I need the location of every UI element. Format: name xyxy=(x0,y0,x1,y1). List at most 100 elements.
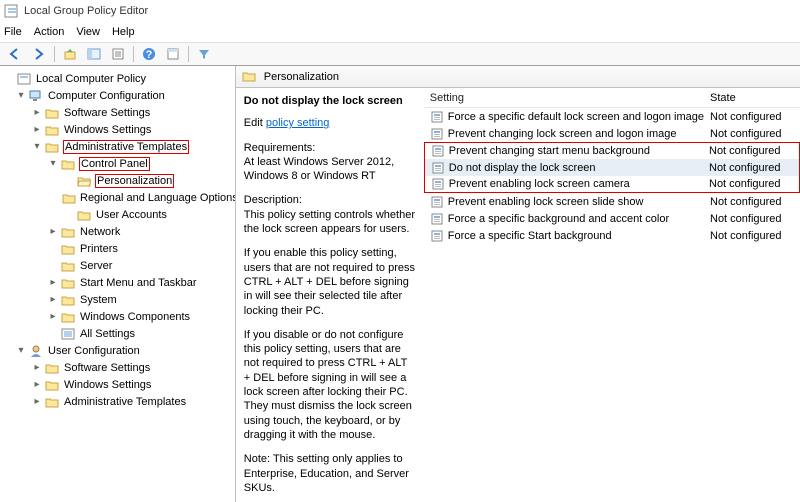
tree-windows-settings[interactable]: ▸ Windows Settings xyxy=(0,121,235,138)
right-panel: Personalization Do not display the lock … xyxy=(236,66,800,502)
expand-icon[interactable]: ▸ xyxy=(46,226,60,237)
description-block: Description: This policy setting control… xyxy=(244,193,416,236)
right-body: Do not display the lock screen Edit poli… xyxy=(236,88,800,502)
description-para: If you disable or do not configure this … xyxy=(244,328,416,442)
policy-root-icon xyxy=(16,72,32,86)
expand-icon[interactable]: ▸ xyxy=(30,107,44,118)
tree-system[interactable]: ▸ System xyxy=(0,291,235,308)
tree-label: Windows Settings xyxy=(63,379,152,391)
tree-label: User Accounts xyxy=(95,209,168,221)
policy-icon xyxy=(430,229,444,243)
tree-label: Software Settings xyxy=(63,362,151,374)
selected-policy-title: Do not display the lock screen xyxy=(244,94,416,108)
tree-label: Computer Configuration xyxy=(47,90,166,102)
svg-text:?: ? xyxy=(146,49,153,61)
policy-row[interactable]: Force a specific background and accent c… xyxy=(424,210,800,227)
policy-row[interactable]: Force a specific Start backgroundNot con… xyxy=(424,227,800,244)
tree-label: Personalization xyxy=(95,174,174,188)
tree-user-accounts[interactable]: User Accounts xyxy=(0,206,235,223)
tree-user-config[interactable]: ▾ User Configuration xyxy=(0,342,235,359)
tree-software-settings[interactable]: ▸ Software Settings xyxy=(0,104,235,121)
requirements-block: Requirements: At least Windows Server 20… xyxy=(244,141,416,184)
settings-list-icon xyxy=(60,327,76,341)
expand-icon[interactable]: ▸ xyxy=(46,277,60,288)
back-button[interactable] xyxy=(4,44,26,64)
expand-icon[interactable]: ▸ xyxy=(30,396,44,407)
policy-row[interactable]: Prevent changing lock screen and logon i… xyxy=(424,125,800,142)
collapse-icon[interactable]: ▾ xyxy=(14,345,28,356)
forward-button[interactable] xyxy=(28,44,50,64)
tree-administrative-templates[interactable]: ▾ Administrative Templates xyxy=(0,138,235,155)
col-state[interactable]: State xyxy=(704,92,800,104)
folder-icon xyxy=(60,225,76,239)
policy-state: Not configured xyxy=(704,213,800,225)
policy-icon xyxy=(431,161,445,175)
up-button[interactable] xyxy=(59,44,81,64)
policy-row[interactable]: Prevent changing start menu backgroundNo… xyxy=(424,142,800,159)
tree-server[interactable]: Server xyxy=(0,257,235,274)
expand-icon[interactable]: ▸ xyxy=(30,362,44,373)
folder-icon xyxy=(60,310,76,324)
list-header[interactable]: Setting State xyxy=(424,88,800,108)
tree-user-windows-settings[interactable]: ▸ Windows Settings xyxy=(0,376,235,393)
tree-windows-components[interactable]: ▸ Windows Components xyxy=(0,308,235,325)
collapse-icon[interactable]: ▾ xyxy=(30,141,44,152)
export-list-button[interactable] xyxy=(107,44,129,64)
expand-icon[interactable]: ▸ xyxy=(46,311,60,322)
tree-printers[interactable]: Printers xyxy=(0,240,235,257)
help-button[interactable]: ? xyxy=(138,44,160,64)
policy-list[interactable]: Setting State Force a specific default l… xyxy=(424,88,800,502)
edit-policy-link[interactable]: policy setting xyxy=(266,117,330,129)
properties-button[interactable] xyxy=(162,44,184,64)
folder-icon xyxy=(60,157,76,171)
policy-name: Do not display the lock screen xyxy=(449,162,703,174)
policy-state: Not configured xyxy=(703,178,799,190)
folder-icon xyxy=(44,140,60,154)
folder-icon xyxy=(60,259,76,273)
collapse-icon[interactable]: ▾ xyxy=(14,90,28,101)
collapse-icon[interactable]: ▾ xyxy=(46,158,60,169)
filter-button[interactable] xyxy=(193,44,215,64)
tree-panel[interactable]: Local Computer Policy ▾ Computer Configu… xyxy=(0,66,236,502)
tree-regional-options[interactable]: Regional and Language Options xyxy=(0,189,235,206)
col-setting[interactable]: Setting xyxy=(424,92,704,104)
policy-state: Not configured xyxy=(703,145,799,157)
policy-row[interactable]: Force a specific default lock screen and… xyxy=(424,108,800,125)
policy-state: Not configured xyxy=(704,128,800,140)
tree-all-settings[interactable]: All Settings xyxy=(0,325,235,342)
toolbar-separator xyxy=(54,46,55,62)
policy-icon xyxy=(431,144,445,158)
menu-help[interactable]: Help xyxy=(112,26,135,38)
user-icon xyxy=(28,344,44,358)
tree-computer-config[interactable]: ▾ Computer Configuration xyxy=(0,87,235,104)
tree-personalization[interactable]: Personalization xyxy=(0,172,235,189)
expand-icon[interactable]: ▸ xyxy=(30,124,44,135)
tree-label: Server xyxy=(79,260,113,272)
menu-view[interactable]: View xyxy=(76,26,100,38)
description-column: Do not display the lock screen Edit poli… xyxy=(236,88,424,502)
policy-name: Prevent enabling lock screen camera xyxy=(449,178,703,190)
tree-label: Administrative Templates xyxy=(63,140,189,154)
tree-label: Windows Components xyxy=(79,311,191,323)
tree-root[interactable]: Local Computer Policy xyxy=(0,70,235,87)
tree-start-menu-taskbar[interactable]: ▸ Start Menu and Taskbar xyxy=(0,274,235,291)
window-title: Local Group Policy Editor xyxy=(24,5,148,17)
tree-user-admin-templates[interactable]: ▸ Administrative Templates xyxy=(0,393,235,410)
show-hide-tree-button[interactable] xyxy=(83,44,105,64)
toolbar-separator xyxy=(188,46,189,62)
policy-state: Not configured xyxy=(703,162,799,174)
policy-row[interactable]: Do not display the lock screenNot config… xyxy=(424,159,800,176)
policy-row[interactable]: Prevent enabling lock screen cameraNot c… xyxy=(424,176,800,193)
expand-icon[interactable]: ▸ xyxy=(30,379,44,390)
policy-row[interactable]: Prevent enabling lock screen slide showN… xyxy=(424,193,800,210)
edit-policy-line: Edit policy setting xyxy=(244,116,416,130)
policy-name: Force a specific default lock screen and… xyxy=(448,111,704,123)
menu-action[interactable]: Action xyxy=(34,26,65,38)
policy-icon xyxy=(430,110,444,124)
expand-icon[interactable]: ▸ xyxy=(46,294,60,305)
tree-user-software-settings[interactable]: ▸ Software Settings xyxy=(0,359,235,376)
tree-network[interactable]: ▸ Network xyxy=(0,223,235,240)
tree-control-panel[interactable]: ▾ Control Panel xyxy=(0,155,235,172)
menu-file[interactable]: File xyxy=(4,26,22,38)
policy-name: Prevent changing start menu background xyxy=(449,145,703,157)
